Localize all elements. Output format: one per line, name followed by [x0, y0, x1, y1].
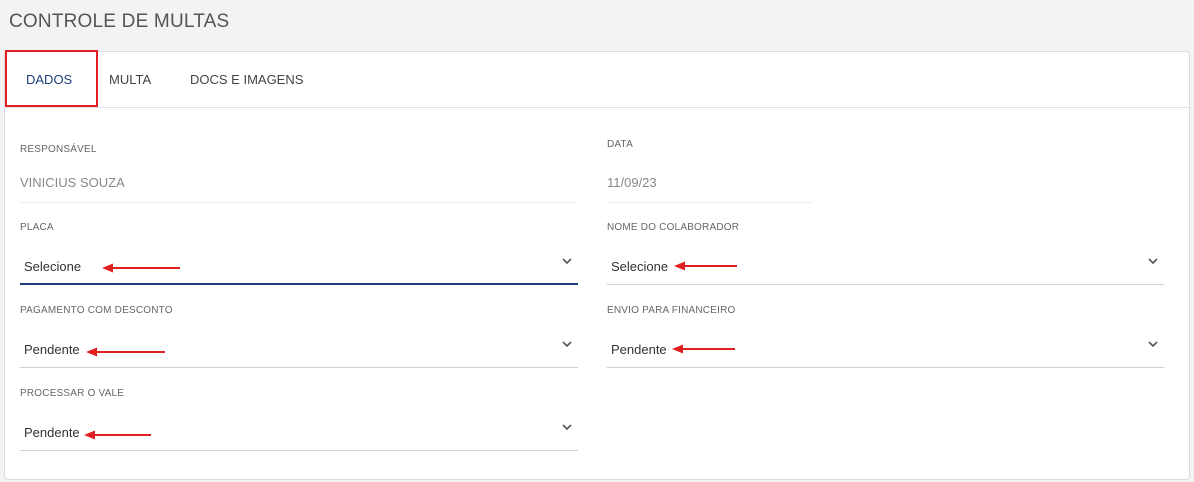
red-arrow-icon: [674, 261, 737, 271]
chevron-down-icon[interactable]: [1146, 254, 1160, 268]
data-label: DATA: [607, 139, 633, 150]
pagamento-label: PAGAMENTO COM DESCONTO: [20, 305, 173, 316]
chevron-down-icon[interactable]: [1146, 337, 1160, 351]
colaborador-label: NOME DO COLABORADOR: [607, 222, 740, 233]
data-value: 11/09/23: [607, 175, 657, 190]
form-card: DADOS MULTA DOCS E IMAGENS RESPONSÁVEL V…: [4, 50, 1190, 480]
tab-docs-e-imagens[interactable]: DOCS E IMAGENS: [190, 52, 303, 108]
chevron-down-icon[interactable]: [560, 254, 574, 268]
responsavel-label: RESPONSÁVEL: [20, 144, 97, 155]
vale-label: PROCESSAR O VALE: [20, 388, 125, 399]
responsavel-divider: [20, 202, 578, 203]
red-arrow-icon: [84, 430, 151, 440]
red-arrow-icon: [86, 347, 165, 357]
red-arrow-icon: [672, 344, 735, 354]
placa-label: PLACA: [20, 222, 54, 233]
tab-multa[interactable]: MULTA: [109, 52, 151, 108]
active-tab-highlight-box: [5, 50, 98, 107]
chevron-down-icon[interactable]: [560, 337, 574, 351]
placa-select-value: Selecione: [24, 259, 82, 274]
red-arrow-icon: [102, 263, 180, 273]
chevron-down-icon[interactable]: [560, 420, 574, 434]
vale-select-value: Pendente: [24, 425, 80, 440]
colaborador-select-value: Selecione: [611, 259, 669, 274]
financeiro-select-value: Pendente: [611, 342, 667, 357]
responsavel-value: VINICIUS SOUZA: [20, 175, 125, 190]
page-title: CONTROLE DE MULTAS: [9, 11, 230, 32]
data-divider: [607, 202, 812, 203]
pagamento-select-value: Pendente: [24, 342, 80, 357]
financeiro-label: ENVIO PARA FINANCEIRO: [607, 305, 736, 316]
tab-bar: DADOS MULTA DOCS E IMAGENS: [5, 52, 1189, 108]
